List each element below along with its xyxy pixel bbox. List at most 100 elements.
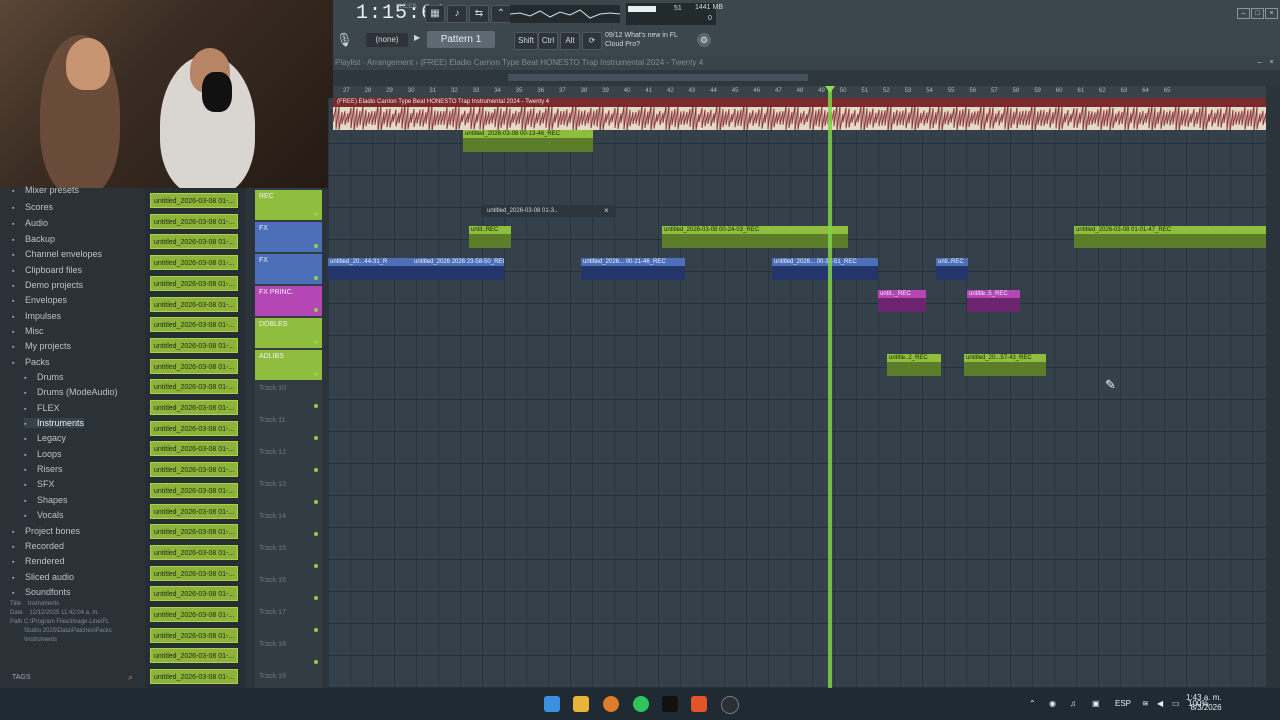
track-header[interactable]: Track 15: [255, 542, 322, 572]
track-header[interactable]: ADLIBS: [255, 350, 322, 380]
rack-channel[interactable]: untitled_2026-03-08 01-...: [150, 296, 238, 312]
news-panel[interactable]: 09/12 What's new in FL Cloud Pro?: [605, 31, 678, 49]
rack-channel[interactable]: untitled_2026-03-08 01-...: [150, 627, 238, 643]
tray-chevron-icon[interactable]: ⌃: [1029, 699, 1036, 708]
rack-channel[interactable]: untitled_2026-03-08 01-...: [150, 337, 238, 353]
pattern-selector[interactable]: Pattern 1: [427, 31, 495, 48]
audio-clip[interactable]: untitled_2026-03-08 00-24-03_REC: [662, 226, 848, 248]
browser-item[interactable]: ▪ FLEX: [24, 403, 60, 413]
shift-key-button[interactable]: Shift: [514, 32, 538, 50]
browser-item[interactable]: ▪ Instruments: [24, 418, 85, 428]
rack-channel[interactable]: untitled_2026-03-08 01-...: [150, 441, 238, 457]
rack-channel[interactable]: untitled_2026-03-08 01-...: [150, 317, 238, 333]
audio-clip[interactable]: untitle..5_REC: [967, 290, 1020, 312]
rack-channel[interactable]: untitled_2026-03-08 01-...: [150, 586, 238, 602]
settings-icon[interactable]: ⚙: [697, 33, 711, 47]
rack-channel[interactable]: untitled_2026-03-08 01-...: [150, 358, 238, 374]
track-header[interactable]: Track 11: [255, 414, 322, 444]
browser-item[interactable]: ▪ Sliced audio: [12, 572, 74, 582]
track-led-icon[interactable]: [314, 596, 318, 600]
browser-item[interactable]: ▪ Project bones: [12, 526, 80, 536]
file-explorer-icon[interactable]: [573, 696, 589, 712]
rack-channel[interactable]: untitled_2026-03-08 01-...: [150, 213, 238, 229]
whatsapp-icon[interactable]: [633, 696, 649, 712]
track-header[interactable]: Track 12: [255, 446, 322, 476]
browser-item[interactable]: ▪ Audio: [12, 218, 48, 228]
browser-item[interactable]: ▪ Drums (ModeAudio): [24, 387, 118, 397]
rack-channel[interactable]: untitled_2026-03-08 01-...: [150, 275, 238, 291]
rack-channel[interactable]: untitled_2026-03-08 01-...: [150, 669, 238, 685]
audio-clip[interactable]: untitled_2026-03-08 01-01-47_REC: [1074, 226, 1266, 248]
browser-item[interactable]: ▪ Risers: [24, 464, 63, 474]
windows-start-icon[interactable]: [544, 696, 560, 712]
wifi-icon[interactable]: ≋: [1142, 699, 1149, 708]
rack-channel[interactable]: untitled_2026-03-08 01-...: [150, 648, 238, 664]
timeline-ruler[interactable]: 27 28 29 30 31 32 33 34 35 36 37 38 39 40 41 42 43 44 45 46…: [333, 86, 1266, 98]
track-header[interactable]: FX PRINC.: [255, 286, 322, 316]
rack-channel[interactable]: untitled_2026-03-08 01-...: [150, 607, 238, 622]
track-led-icon[interactable]: [314, 244, 318, 248]
rack-channel[interactable]: untitled_2026-03-08 01-...: [150, 482, 238, 498]
audio-clip[interactable]: untitled_2026... 00-32-51_REC: [772, 258, 878, 280]
audio-clip[interactable]: untitled_2026-03-08 00-13-46_REC: [463, 130, 593, 160]
audio-clip[interactable]: untitled_2026 2026 23-58-50_REC: [412, 258, 504, 280]
floating-close-icon[interactable]: ×: [604, 206, 609, 215]
track-led-icon[interactable]: [314, 532, 318, 536]
refresh-icon[interactable]: ⟳: [582, 32, 602, 50]
snap-selector[interactable]: (none): [366, 33, 408, 47]
browser-item[interactable]: ▪ Backup: [12, 234, 55, 244]
rack-channel[interactable]: untitled_2026-03-08 01-...: [150, 462, 238, 478]
track-header[interactable]: Track 16: [255, 574, 322, 604]
rack-channel[interactable]: untitled_2026-03-08 01-...: [150, 524, 238, 540]
ctrl-key-button[interactable]: Ctrl: [538, 32, 558, 50]
close-icon[interactable]: ×: [1265, 8, 1278, 19]
browser-item[interactable]: ▪ Packs: [12, 357, 50, 367]
rack-channel[interactable]: untitled_2026-03-08 01-...: [150, 420, 238, 436]
browser-item[interactable]: ▪ Misc: [12, 326, 44, 336]
audio-clip[interactable]: untitled_2026... 00-21-46_REC: [581, 258, 685, 280]
tray-volume-icon[interactable]: ♫: [1070, 699, 1076, 708]
rack-channel[interactable]: untitled_2026-03-08 01-...: [150, 400, 238, 415]
play-arrow-icon[interactable]: ▶: [414, 33, 420, 42]
browser-item[interactable]: ▪ Mixer presets: [12, 185, 79, 195]
typing-keyboard-icon[interactable]: ▦: [425, 5, 445, 23]
browser-item[interactable]: ▪ Envelopes: [12, 295, 67, 305]
rack-channel[interactable]: untitled_2026-03-08 01-...: [150, 193, 238, 208]
tiktok-icon[interactable]: [662, 696, 678, 712]
browser-item[interactable]: ▪ Rendered: [12, 556, 65, 566]
browser-item[interactable]: ▪ Legacy: [24, 433, 66, 443]
arrangement-grid[interactable]: [328, 98, 1266, 688]
track-led-icon[interactable]: [314, 404, 318, 408]
audio-clip[interactable]: untit..REC: [469, 226, 511, 248]
track-header[interactable]: REC: [255, 190, 322, 220]
microphone-icon[interactable]: 🎙: [336, 32, 353, 48]
track-led-icon[interactable]: [314, 308, 318, 312]
browser-item[interactable]: ▪ Drums: [24, 372, 64, 382]
rack-channel[interactable]: untitled_2026-03-08 01-...: [150, 379, 238, 395]
track-led-icon[interactable]: [314, 372, 318, 376]
speaker-icon[interactable]: ◀: [1157, 699, 1163, 708]
browser-item[interactable]: ▪ Recorded: [12, 541, 64, 551]
browser-item[interactable]: ▪ Channel envelopes: [12, 249, 102, 259]
brave-icon[interactable]: [691, 696, 707, 712]
language-indicator[interactable]: ESP: [1115, 699, 1131, 708]
browser-item[interactable]: ▪ Vocals: [24, 510, 64, 520]
minimize-icon[interactable]: –: [1237, 8, 1250, 19]
track-led-icon[interactable]: [314, 660, 318, 664]
browser-item[interactable]: ▪ My projects: [12, 341, 71, 351]
floating-clip-preview[interactable]: untitled_2026-03-08 01-3..: [481, 205, 616, 217]
playlist-overview[interactable]: [333, 70, 1280, 86]
track-led-icon[interactable]: [314, 276, 318, 280]
track-header[interactable]: FX: [255, 222, 322, 252]
track-header[interactable]: FX: [255, 254, 322, 284]
maximize-icon[interactable]: □: [1251, 8, 1264, 19]
track-header[interactable]: Track 17: [255, 606, 322, 636]
audio-clip[interactable]: untit.._REC: [878, 290, 926, 312]
system-clock[interactable]: 1:43 a. m. 8/3/2026: [1186, 693, 1222, 713]
audio-clip[interactable]: untitled_20...57-43_REC: [964, 354, 1046, 376]
fl-studio-icon[interactable]: [603, 696, 619, 712]
step-edit-icon[interactable]: ♪: [447, 5, 467, 23]
app-icon[interactable]: [721, 696, 739, 714]
rack-channel[interactable]: untitled_2026-03-08 01-...: [150, 565, 238, 581]
playlist-minimize-icon[interactable]: –: [1254, 58, 1265, 67]
